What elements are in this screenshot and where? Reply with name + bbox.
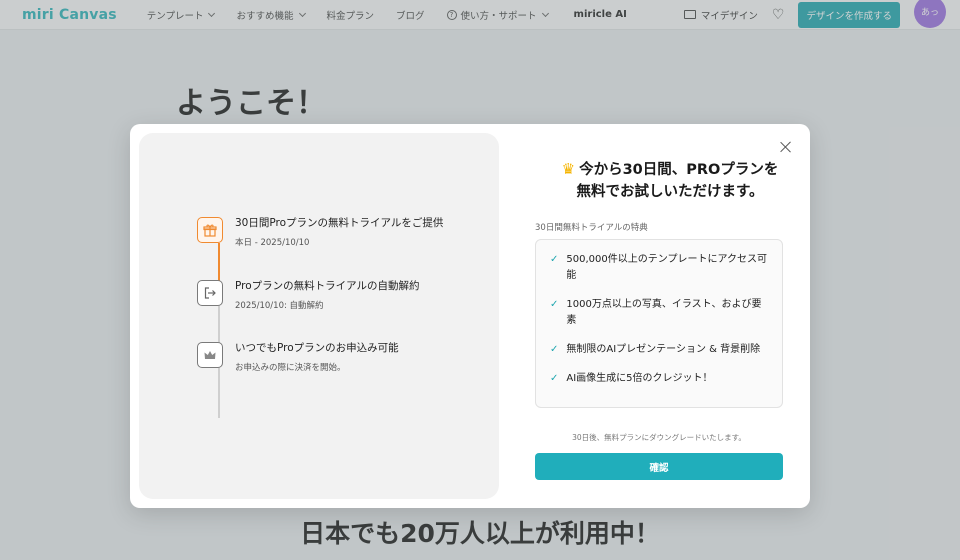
timeline-line-active bbox=[218, 243, 220, 283]
benefit-text: 無制限のAIプレゼンテーション & 背景削除 bbox=[566, 344, 761, 355]
step-title: いつでもProプランのお申込み可能 bbox=[235, 342, 399, 354]
check-icon: ✓ bbox=[550, 299, 559, 310]
downgrade-note: 30日後、無料プランにダウングレードいたします。 bbox=[572, 433, 746, 442]
crown-icon: ♛ bbox=[561, 160, 576, 178]
timeline-step-trial: 30日間Proプランの無料トライアルをご提供 本日 - 2025/10/10 bbox=[197, 217, 443, 248]
headline-line2: 無料でお試しいただけます。 bbox=[576, 184, 764, 200]
benefit-text: 1000万点以上の写真、イラスト、および要素 bbox=[566, 299, 762, 326]
benefit-text: 500,000件以上のテンプレートにアクセス可能 bbox=[566, 254, 767, 281]
crown-icon bbox=[197, 342, 223, 368]
step-note: お申込みの際に決済を開始。 bbox=[235, 363, 346, 373]
benefits-list: ✓ 500,000件以上のテンプレートにアクセス可能 ✓ 1000万点以上の写真… bbox=[535, 239, 783, 408]
step-title: Proプランの無料トライアルの自動解約 bbox=[235, 280, 420, 292]
list-item: ✓ 1000万点以上の写真、イラスト、および要素 bbox=[550, 297, 768, 329]
check-icon: ✓ bbox=[550, 373, 559, 384]
benefits-label: 30日間無料トライアルの特典 bbox=[535, 223, 648, 233]
step-date: 2025/10/10: 自動解約 bbox=[235, 301, 324, 311]
trial-info-panel: ♛ 今から30日間、PROプランを 無料でお試しいただけます。 30日間無料トライ… bbox=[535, 124, 810, 508]
confirm-button[interactable]: 確認 bbox=[535, 453, 783, 480]
list-item: ✓ 無制限のAIプレゼンテーション & 背景削除 bbox=[550, 342, 768, 358]
timeline-step-subscribe: いつでもProプランのお申込み可能 お申込みの際に決済を開始。 bbox=[197, 342, 399, 373]
modal-headline: ♛ 今から30日間、PROプランを 無料でお試しいただけます。 bbox=[535, 158, 805, 203]
trial-timeline-panel: 30日間Proプランの無料トライアルをご提供 本日 - 2025/10/10 P… bbox=[139, 133, 499, 499]
trial-modal: 30日間Proプランの無料トライアルをご提供 本日 - 2025/10/10 P… bbox=[130, 124, 810, 508]
check-icon: ✓ bbox=[550, 344, 559, 355]
step-title: 30日間Proプランの無料トライアルをご提供 bbox=[235, 217, 444, 229]
step-date: 本日 - 2025/10/10 bbox=[235, 238, 310, 248]
list-item: ✓ 500,000件以上のテンプレートにアクセス可能 bbox=[550, 252, 768, 284]
timeline-step-auto-cancel: Proプランの無料トライアルの自動解約 2025/10/10: 自動解約 bbox=[197, 280, 420, 311]
check-icon: ✓ bbox=[550, 254, 559, 265]
exit-icon bbox=[197, 280, 223, 306]
gift-icon bbox=[197, 217, 223, 243]
list-item: ✓ AI画像生成に5倍のクレジット！ bbox=[550, 371, 768, 387]
headline-line1: 今から30日間、PROプランを bbox=[579, 162, 779, 178]
close-icon[interactable] bbox=[780, 141, 792, 153]
benefit-text: AI画像生成に5倍のクレジット！ bbox=[566, 373, 713, 384]
